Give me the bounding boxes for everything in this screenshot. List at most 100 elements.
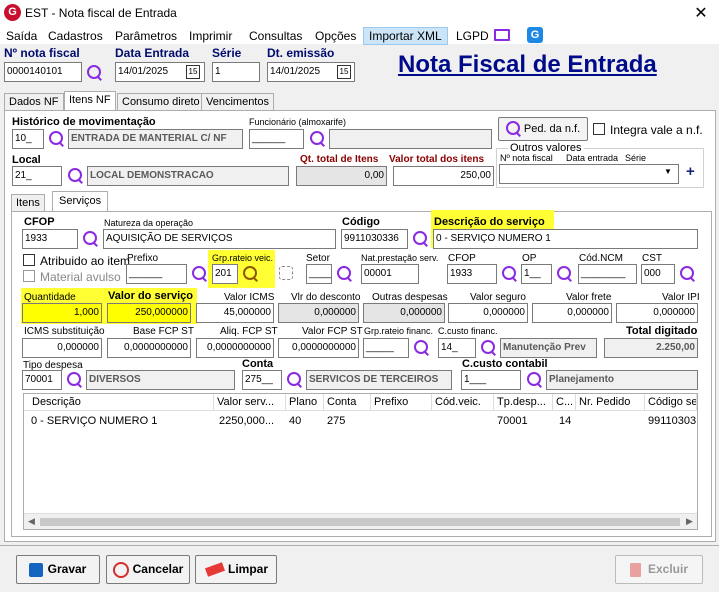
search-icon[interactable]: [66, 371, 84, 389]
tab-consumo-direto[interactable]: Consumo direto: [117, 93, 205, 111]
cfop-input[interactable]: 1933: [22, 229, 78, 249]
nota-fiscal-input[interactable]: 0000140101: [4, 62, 82, 82]
search-icon[interactable]: [413, 339, 431, 357]
ccusto-fin-code-input[interactable]: 14_: [438, 338, 476, 358]
cfop2-input[interactable]: 1933: [447, 264, 497, 284]
search-icon[interactable]: [556, 265, 574, 283]
menu-importar-xml[interactable]: Importar XML: [363, 27, 448, 45]
prefixo-input[interactable]: ______: [126, 264, 187, 284]
search-icon[interactable]: [82, 230, 100, 248]
app-shortcut-icon[interactable]: G: [527, 27, 543, 43]
ped-nf-button[interactable]: Ped. da n.f.: [498, 117, 588, 141]
menu-lgpd[interactable]: LGPD: [456, 29, 489, 43]
codigo-input[interactable]: 9911030336: [341, 229, 408, 249]
grid-cell: [432, 413, 494, 417]
grid-col-cod-veic[interactable]: Cód.veic.: [432, 394, 494, 411]
codncm-input[interactable]: ________: [578, 264, 637, 284]
grid-col-valor-serv[interactable]: Valor serv...: [214, 394, 286, 411]
icms-sub-input[interactable]: 0,000000: [22, 338, 102, 358]
valor-fcp-input[interactable]: 0,0000000000: [278, 338, 359, 358]
valor-frete-input[interactable]: 0,000000: [532, 303, 612, 323]
search-icon[interactable]: [412, 230, 430, 248]
add-outros-icon[interactable]: +: [686, 163, 695, 180]
calendar-icon[interactable]: 15: [186, 65, 200, 79]
menu-opcoes[interactable]: Opções: [315, 29, 356, 43]
setor-input[interactable]: ____: [306, 264, 332, 284]
search-icon[interactable]: [336, 265, 354, 283]
search-icon[interactable]: [526, 371, 544, 389]
funcionario-code-input[interactable]: ______: [249, 129, 304, 149]
tipo-despesa-code-input[interactable]: 70001: [22, 370, 62, 390]
subtab-itens[interactable]: Itens: [11, 194, 45, 212]
grid-col-plano[interactable]: Plano: [286, 394, 324, 411]
valor-icms-input[interactable]: 45,000000: [196, 303, 274, 323]
op-input[interactable]: 1__: [521, 264, 552, 284]
descricao-input[interactable]: 0 - SERVIÇO NUMERO 1: [433, 229, 698, 249]
tab-dados-nf[interactable]: Dados NF: [4, 93, 64, 111]
horizontal-scrollbar[interactable]: ◀ ▶: [24, 513, 697, 529]
grid-col-tp-desp[interactable]: Tp.desp...: [494, 394, 553, 411]
scroll-thumb[interactable]: [40, 518, 680, 526]
chevron-down-icon[interactable]: ▼: [664, 167, 672, 176]
grid-col-descricao[interactable]: Descrição: [24, 394, 214, 411]
rateio-icon[interactable]: [279, 266, 293, 280]
grid-cell: 275: [327, 415, 346, 427]
close-window-button[interactable]: ✕: [690, 3, 712, 23]
integra-vale-checkbox[interactable]: [593, 123, 605, 135]
local-label: Local: [12, 154, 41, 166]
search-icon[interactable]: [501, 265, 519, 283]
quantidade-input[interactable]: 1,000: [22, 303, 102, 323]
grid-col-c[interactable]: C...: [553, 394, 576, 411]
natureza-input[interactable]: AQUISIÇÃO DE SERVIÇOS: [103, 229, 336, 249]
gravar-button[interactable]: Gravar: [16, 555, 100, 584]
ccusto-cont-code-input[interactable]: 1___: [461, 370, 521, 390]
table-row[interactable]: 0 - SERVIÇO NUMERO 1 2250,000... 40 275 …: [24, 411, 697, 429]
search-icon[interactable]: [48, 130, 66, 148]
valor-seguro-input[interactable]: 0,000000: [448, 303, 528, 323]
local-code-input[interactable]: 21_: [12, 166, 62, 186]
search-icon[interactable]: [480, 339, 498, 357]
limpar-button[interactable]: Limpar: [195, 555, 277, 584]
search-icon[interactable]: [242, 265, 260, 283]
grid-col-codigo-ser[interactable]: Código ser: [645, 394, 697, 411]
valor-servico-input[interactable]: 250,000000: [107, 303, 191, 323]
conta-code-input[interactable]: 275__: [242, 370, 282, 390]
menu-saida[interactable]: Saída: [6, 29, 37, 43]
menu-consultas[interactable]: Consultas: [249, 29, 302, 43]
tab-vencimentos[interactable]: Vencimentos: [201, 93, 274, 111]
historico-code-input[interactable]: 10_: [12, 129, 44, 149]
cst-input[interactable]: 000: [641, 264, 675, 284]
menu-parametros[interactable]: Parâmetros: [115, 29, 177, 43]
grp-financ-input[interactable]: _____: [363, 338, 409, 358]
monitor-icon[interactable]: [494, 29, 510, 41]
search-icon[interactable]: [679, 265, 697, 283]
search-icon[interactable]: [309, 130, 327, 148]
grid-col-conta[interactable]: Conta: [324, 394, 371, 411]
search-icon[interactable]: [86, 64, 104, 82]
cancelar-button[interactable]: Cancelar: [106, 555, 190, 584]
tab-itens-nf[interactable]: Itens NF: [64, 91, 116, 111]
material-avulso-checkbox[interactable]: [23, 270, 35, 282]
natprest-input[interactable]: 00001: [361, 264, 419, 284]
calendar-icon[interactable]: 15: [337, 65, 351, 79]
excluir-button[interactable]: Excluir: [615, 555, 703, 584]
grid-col-prefixo[interactable]: Prefixo: [371, 394, 432, 411]
scroll-left-icon[interactable]: ◀: [28, 516, 35, 527]
base-fcp-input[interactable]: 0,0000000000: [107, 338, 191, 358]
scroll-right-icon[interactable]: ▶: [686, 516, 693, 527]
subtab-servicos[interactable]: Serviços: [52, 191, 109, 211]
menu-imprimir[interactable]: Imprimir: [189, 29, 232, 43]
outros-valores-select[interactable]: [499, 164, 679, 184]
outras-despesas-input[interactable]: 0,000000: [363, 303, 445, 323]
menu-cadastros[interactable]: Cadastros: [48, 29, 103, 43]
vlr-desconto-input[interactable]: 0,000000: [278, 303, 359, 323]
search-icon[interactable]: [286, 371, 304, 389]
grid-col-nr-pedido[interactable]: Nr. Pedido: [576, 394, 645, 411]
atribuido-checkbox[interactable]: [23, 254, 35, 266]
serie-input[interactable]: 1: [212, 62, 260, 82]
search-icon[interactable]: [67, 167, 85, 185]
valor-ipi-input[interactable]: 0,000000: [616, 303, 698, 323]
search-icon[interactable]: [191, 265, 209, 283]
aliq-fcp-input[interactable]: 0,0000000000: [196, 338, 274, 358]
grp-rateio-input[interactable]: 201: [212, 264, 238, 284]
